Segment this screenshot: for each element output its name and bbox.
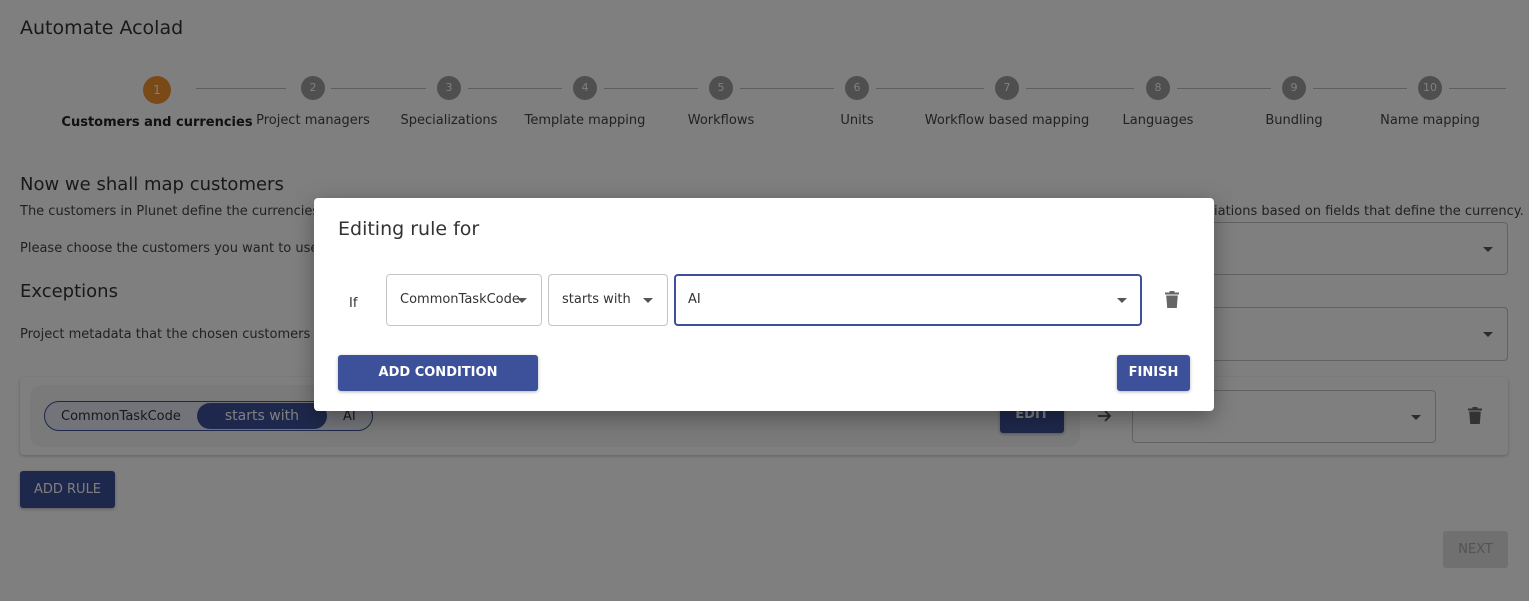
condition-field-value: CommonTaskCode [400,292,520,307]
if-label: If [349,296,358,311]
condition-value-select[interactable]: AI [674,274,1142,326]
chevron-down-icon [643,298,653,303]
condition-field-select[interactable]: CommonTaskCode [386,274,542,326]
finish-button[interactable]: FINISH [1117,355,1190,391]
condition-operator-value: starts with [562,292,631,307]
dialog-title: Editing rule for [338,218,480,240]
chevron-down-icon [1117,298,1127,303]
edit-rule-dialog: Editing rule for If CommonTaskCode start… [314,198,1214,411]
condition-value: AI [688,292,701,307]
condition-operator-select[interactable]: starts with [548,274,668,326]
chevron-down-icon [517,298,527,303]
add-condition-button[interactable]: ADD CONDITION [338,355,538,391]
delete-condition-icon[interactable] [1165,291,1179,308]
